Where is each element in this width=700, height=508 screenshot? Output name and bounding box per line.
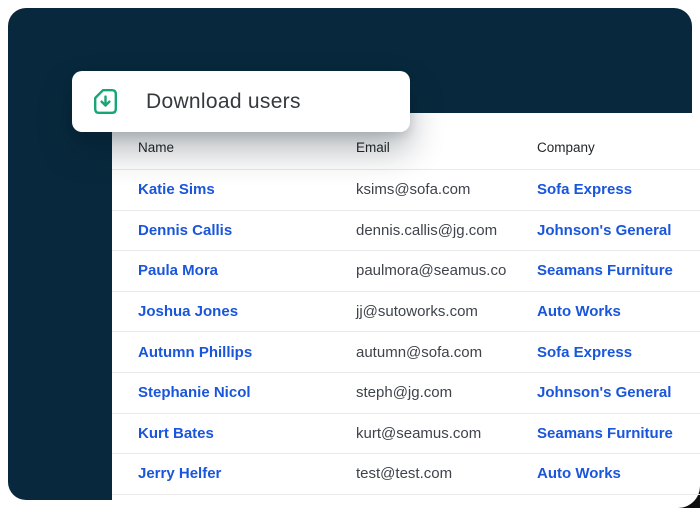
company-link[interactable]: Sofa Express (537, 181, 700, 198)
column-header-email: Email (356, 140, 537, 155)
user-email: autumn@sofa.com (356, 344, 537, 361)
table-row: Joshua Jonesjj@sutoworks.comAuto Works (112, 292, 700, 333)
user-email: steph@jg.com (356, 384, 537, 401)
users-table-card: Name Email Company Katie Simsksims@sofa.… (112, 113, 700, 508)
company-link[interactable]: Seamans Furniture (537, 425, 700, 442)
user-name-link[interactable]: Joshua Jones (138, 303, 356, 320)
table-row: Autumn Phillipsautumn@sofa.comSofa Expre… (112, 332, 700, 373)
download-users-button[interactable]: Download users (72, 71, 410, 132)
user-email: dennis.callis@jg.com (356, 222, 537, 239)
user-email: kurt@seamus.com (356, 425, 537, 442)
hero-illustration: Name Email Company Katie Simsksims@sofa.… (0, 0, 700, 508)
table-row: Stephanie Nicolsteph@jg.comJohnson's Gen… (112, 373, 700, 414)
column-header-name: Name (138, 140, 356, 155)
company-link[interactable]: Johnson's General (537, 384, 700, 401)
user-email: test@test.com (356, 465, 537, 482)
user-name-link[interactable]: Autumn Phillips (138, 344, 356, 361)
column-header-company: Company (537, 140, 700, 155)
table-row: Dennis Callisdennis.callis@jg.comJohnson… (112, 211, 700, 252)
user-name-link[interactable]: Jerry Helfer (138, 465, 356, 482)
download-users-label: Download users (146, 90, 301, 114)
table-row: Jerry Helfertest@test.comAuto Works (112, 454, 700, 495)
file-download-icon (93, 88, 118, 115)
company-link[interactable]: Johnson's General (537, 222, 700, 239)
company-link[interactable]: Seamans Furniture (537, 262, 700, 279)
user-email: jj@sutoworks.com (356, 303, 537, 320)
table-row: Kurt Bateskurt@seamus.comSeamans Furnitu… (112, 414, 700, 455)
user-email: ksims@sofa.com (356, 181, 537, 198)
table-row: Paula Morapaulmora@seamus.coSeamans Furn… (112, 251, 700, 292)
company-link[interactable]: Auto Works (537, 303, 700, 320)
user-name-link[interactable]: Paula Mora (138, 262, 356, 279)
user-name-link[interactable]: Stephanie Nicol (138, 384, 356, 401)
company-link[interactable]: Auto Works (537, 465, 700, 482)
user-email: paulmora@seamus.co (356, 262, 537, 279)
table-body: Katie Simsksims@sofa.comSofa ExpressDenn… (112, 170, 700, 495)
company-link[interactable]: Sofa Express (537, 344, 700, 361)
user-name-link[interactable]: Dennis Callis (138, 222, 356, 239)
user-name-link[interactable]: Katie Sims (138, 181, 356, 198)
table-row: Katie Simsksims@sofa.comSofa Express (112, 170, 700, 211)
user-name-link[interactable]: Kurt Bates (138, 425, 356, 442)
